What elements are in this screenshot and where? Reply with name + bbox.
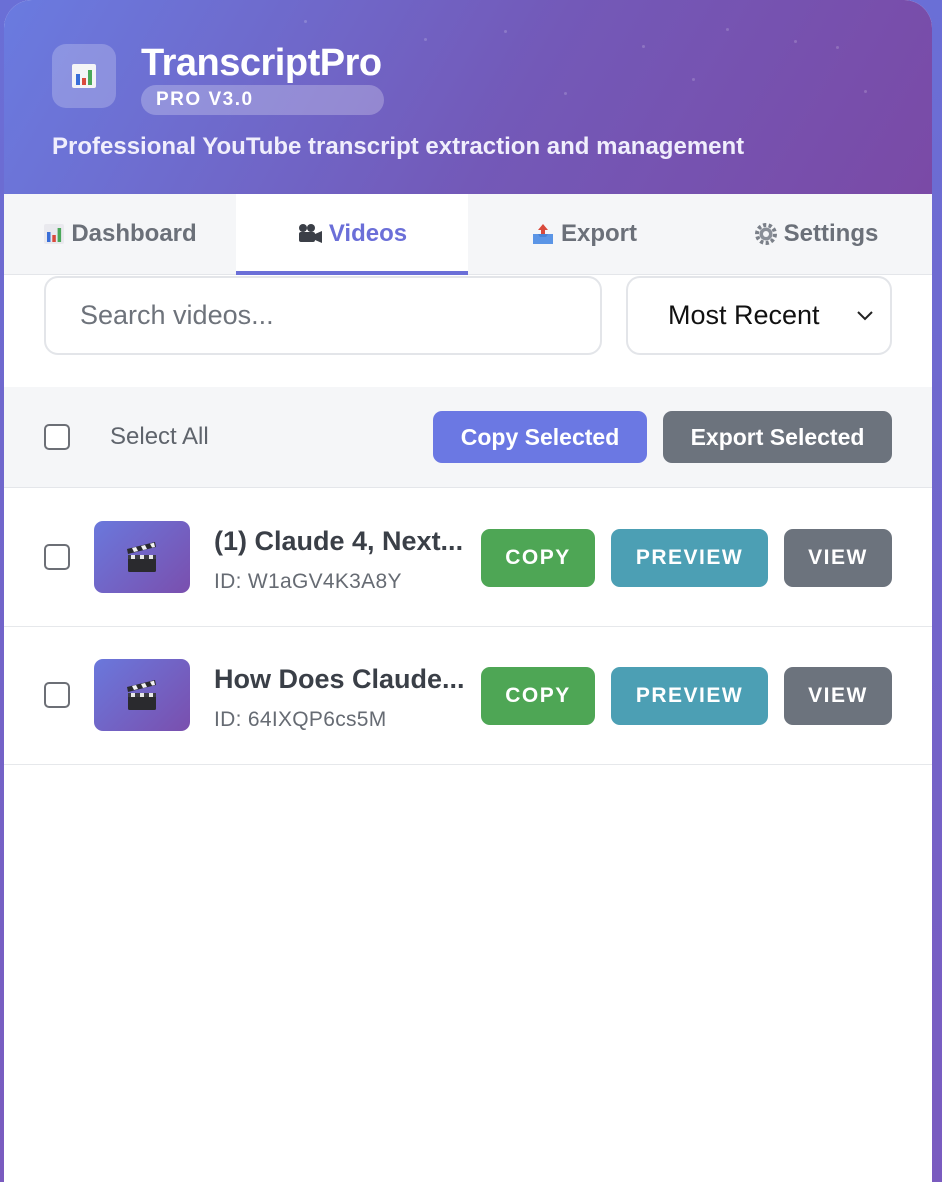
extension-panel: TranscriptPro PRO V3.0 Professional YouT… bbox=[4, 0, 932, 1182]
movie-camera-icon bbox=[298, 224, 322, 243]
sort-select[interactable]: Most Recent bbox=[626, 276, 892, 355]
tab-dashboard[interactable]: Dashboard bbox=[4, 194, 236, 274]
view-button[interactable]: VIEW bbox=[784, 529, 892, 587]
bulk-actions-bar: Select All Copy Selected Export Selected bbox=[4, 387, 932, 488]
video-id: ID: 64IXQP6cs5M bbox=[214, 708, 387, 731]
select-all-checkbox[interactable] bbox=[44, 424, 70, 450]
outbox-tray-icon bbox=[532, 224, 553, 244]
tab-videos[interactable]: Videos bbox=[236, 194, 468, 275]
copy-button[interactable]: COPY bbox=[481, 667, 595, 725]
tab-export[interactable]: Export bbox=[468, 194, 700, 274]
app-logo bbox=[52, 44, 116, 108]
chevron-down-icon bbox=[857, 311, 873, 321]
copy-button[interactable]: COPY bbox=[481, 529, 595, 587]
version-badge: PRO V3.0 bbox=[141, 85, 384, 115]
export-selected-button[interactable]: Export Selected bbox=[663, 411, 892, 463]
video-thumbnail bbox=[94, 521, 190, 593]
app-header: TranscriptPro PRO V3.0 Professional YouT… bbox=[4, 0, 932, 194]
search-input[interactable] bbox=[44, 276, 602, 355]
tab-export-label: Export bbox=[560, 220, 637, 247]
clapper-board-icon bbox=[127, 542, 156, 572]
tab-videos-label: Videos bbox=[328, 220, 408, 247]
video-list-item: How Does Claude... ID: 64IXQP6cs5M COPY … bbox=[4, 627, 932, 765]
video-select-checkbox[interactable] bbox=[44, 544, 70, 570]
video-id: ID: W1aGV4K3A8Y bbox=[214, 570, 402, 593]
tab-bar: Dashboard Videos Export Settings bbox=[4, 194, 932, 275]
select-all-label: Select All bbox=[110, 423, 209, 450]
video-list-item: (1) Claude 4, Next... ID: W1aGV4K3A8Y CO… bbox=[4, 489, 932, 627]
sort-selected-value: Most Recent bbox=[668, 300, 820, 330]
app-title: TranscriptPro bbox=[141, 42, 382, 84]
view-button[interactable]: VIEW bbox=[784, 667, 892, 725]
video-title: (1) Claude 4, Next... bbox=[214, 526, 464, 556]
bar-chart-icon bbox=[44, 224, 65, 244]
gear-icon bbox=[754, 223, 777, 245]
copy-selected-button[interactable]: Copy Selected bbox=[433, 411, 647, 463]
clapper-board-icon bbox=[127, 680, 156, 710]
tab-settings-label: Settings bbox=[783, 220, 879, 247]
tab-settings[interactable]: Settings bbox=[700, 194, 932, 274]
tab-dashboard-label: Dashboard bbox=[71, 220, 197, 247]
preview-button[interactable]: PREVIEW bbox=[611, 667, 768, 725]
video-select-checkbox[interactable] bbox=[44, 682, 70, 708]
bar-chart-icon bbox=[72, 64, 96, 88]
preview-button[interactable]: PREVIEW bbox=[611, 529, 768, 587]
video-title: How Does Claude... bbox=[214, 664, 465, 694]
app-tagline: Professional YouTube transcript extracti… bbox=[52, 133, 745, 160]
video-thumbnail bbox=[94, 659, 190, 731]
